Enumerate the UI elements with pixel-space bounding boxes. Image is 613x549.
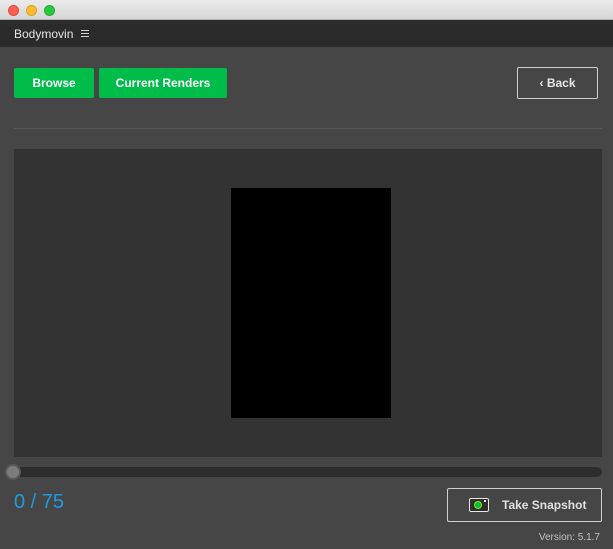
- header-divider: [14, 128, 602, 129]
- animation-preview-canvas: [231, 188, 391, 418]
- browse-button[interactable]: Browse: [14, 68, 94, 98]
- take-snapshot-button[interactable]: Take Snapshot: [447, 488, 602, 522]
- panel-title: Bodymovin: [14, 27, 74, 41]
- back-button[interactable]: ‹ Back: [517, 67, 598, 99]
- take-snapshot-label: Take Snapshot: [502, 498, 587, 512]
- bodymovin-window: Bodymovin Browse Current Renders ‹ Back …: [0, 0, 613, 549]
- version-label: Version: 5.1.7: [538, 532, 600, 543]
- frame-counter: 0 / 75: [14, 491, 65, 513]
- timeline-slider-handle[interactable]: [5, 464, 21, 480]
- preview-area: [14, 149, 602, 457]
- window-titlebar[interactable]: [0, 0, 613, 20]
- hamburger-icon[interactable]: [81, 30, 89, 37]
- window-minimize-button[interactable]: [26, 5, 37, 16]
- panel-header: Bodymovin: [0, 20, 613, 47]
- window-close-button[interactable]: [8, 5, 19, 16]
- current-renders-button[interactable]: Current Renders: [99, 68, 227, 98]
- window-maximize-button[interactable]: [44, 5, 55, 16]
- camera-icon: [469, 498, 489, 512]
- timeline-slider-track[interactable]: [14, 467, 602, 477]
